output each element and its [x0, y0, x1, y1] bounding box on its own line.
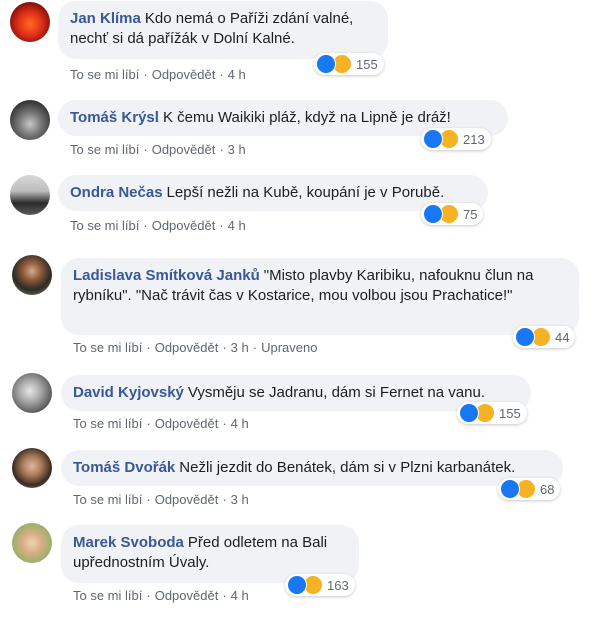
reaction-summary[interactable]: 75: [421, 203, 484, 225]
comment-actions: To se mi líbí · Odpovědět · 4 h: [73, 588, 249, 603]
comment-author[interactable]: Ondra Nečas: [70, 184, 163, 201]
reaction-summary[interactable]: 155: [457, 402, 527, 424]
comment-author[interactable]: David Kyjovský: [73, 384, 184, 401]
like-reaction-icon: [423, 129, 443, 149]
comment-author[interactable]: Marek Svoboda: [73, 534, 184, 551]
timestamp[interactable]: 3 h: [231, 340, 249, 355]
comment-author[interactable]: Tomáš Krýsl: [70, 109, 159, 126]
comment-author[interactable]: Tomáš Dvořák: [73, 459, 175, 476]
like-reaction-icon: [287, 575, 307, 595]
avatar[interactable]: [10, 100, 50, 140]
reaction-count: 155: [356, 56, 378, 72]
edited-label[interactable]: Upraveno: [261, 340, 317, 355]
avatar[interactable]: [12, 373, 52, 413]
comment-author[interactable]: Ladislava Smítková Janků: [73, 267, 260, 284]
like-reaction-icon: [459, 403, 479, 423]
comment-bubble: Jan Klíma Kdo nemá o Paříži zdání valné, …: [58, 1, 388, 59]
like-link[interactable]: To se mi líbí: [70, 142, 139, 157]
reply-link[interactable]: Odpovědět: [152, 67, 216, 82]
reaction-count: 44: [555, 329, 570, 345]
reaction-summary[interactable]: 44: [513, 326, 576, 348]
comment-bubble: Tomáš Dvořák Nežli jezdit do Benátek, dám…: [61, 450, 563, 486]
reply-link[interactable]: Odpovědět: [152, 142, 216, 157]
comment-actions: To se mi líbí · Odpovědět · 4 h: [70, 67, 246, 82]
timestamp[interactable]: 4 h: [231, 588, 249, 603]
reply-link[interactable]: Odpovědět: [155, 340, 219, 355]
timestamp[interactable]: 4 h: [228, 218, 246, 233]
like-reaction-icon: [423, 204, 443, 224]
reaction-summary[interactable]: 155: [314, 53, 384, 75]
comment-author[interactable]: Jan Klíma: [70, 10, 141, 27]
comment-actions: To se mi líbí · Odpovědět · 4 h: [70, 218, 246, 233]
like-link[interactable]: To se mi líbí: [70, 218, 139, 233]
comment-bubble: Ladislava Smítková Janků "Misto plavby Ka…: [61, 258, 579, 335]
comment-actions: To se mi líbí · Odpovědět · 3 h: [73, 492, 249, 507]
reply-link[interactable]: Odpovědět: [155, 416, 219, 431]
like-reaction-icon: [500, 479, 520, 499]
comment-actions: To se mi líbí · Odpovědět · 3 h: [70, 142, 246, 157]
reaction-count: 75: [463, 206, 478, 222]
reaction-count: 213: [463, 131, 485, 147]
avatar[interactable]: [12, 448, 52, 488]
like-link[interactable]: To se mi líbí: [73, 588, 142, 603]
timestamp[interactable]: 4 h: [228, 67, 246, 82]
avatar[interactable]: [10, 175, 50, 215]
avatar[interactable]: [10, 2, 50, 42]
like-link[interactable]: To se mi líbí: [70, 67, 139, 82]
reaction-count: 155: [499, 405, 521, 421]
reply-link[interactable]: Odpovědět: [152, 218, 216, 233]
timestamp[interactable]: 3 h: [228, 142, 246, 157]
timestamp[interactable]: 4 h: [231, 416, 249, 431]
reaction-summary[interactable]: 213: [421, 128, 491, 150]
comment-text: Vysměju se Jadranu, dám si Fernet na van…: [187, 384, 485, 401]
like-link[interactable]: To se mi líbí: [73, 340, 142, 355]
timestamp[interactable]: 3 h: [231, 492, 249, 507]
reaction-count: 163: [327, 577, 349, 593]
comment-text: Nežli jezdit do Benátek, dám si v Plzni …: [179, 459, 516, 476]
avatar[interactable]: [12, 255, 52, 295]
comment-actions: To se mi líbí · Odpovědět · 4 h: [73, 416, 249, 431]
reaction-count: 68: [540, 481, 555, 497]
reaction-summary[interactable]: 163: [285, 574, 355, 596]
like-link[interactable]: To se mi líbí: [73, 492, 142, 507]
comment-actions: To se mi líbí · Odpovědět · 3 h · Upraveno: [73, 340, 318, 355]
like-link[interactable]: To se mi líbí: [73, 416, 142, 431]
reaction-summary[interactable]: 68: [498, 478, 561, 500]
comment-text: Lepší nežli na Kubě, koupání je v Porubě…: [166, 184, 445, 201]
comment-text: K čemu Waikiki pláž, když na Lipně je dr…: [162, 109, 451, 126]
like-reaction-icon: [515, 327, 535, 347]
reply-link[interactable]: Odpovědět: [155, 588, 219, 603]
avatar[interactable]: [12, 523, 52, 563]
like-reaction-icon: [316, 54, 336, 74]
reply-link[interactable]: Odpovědět: [155, 492, 219, 507]
